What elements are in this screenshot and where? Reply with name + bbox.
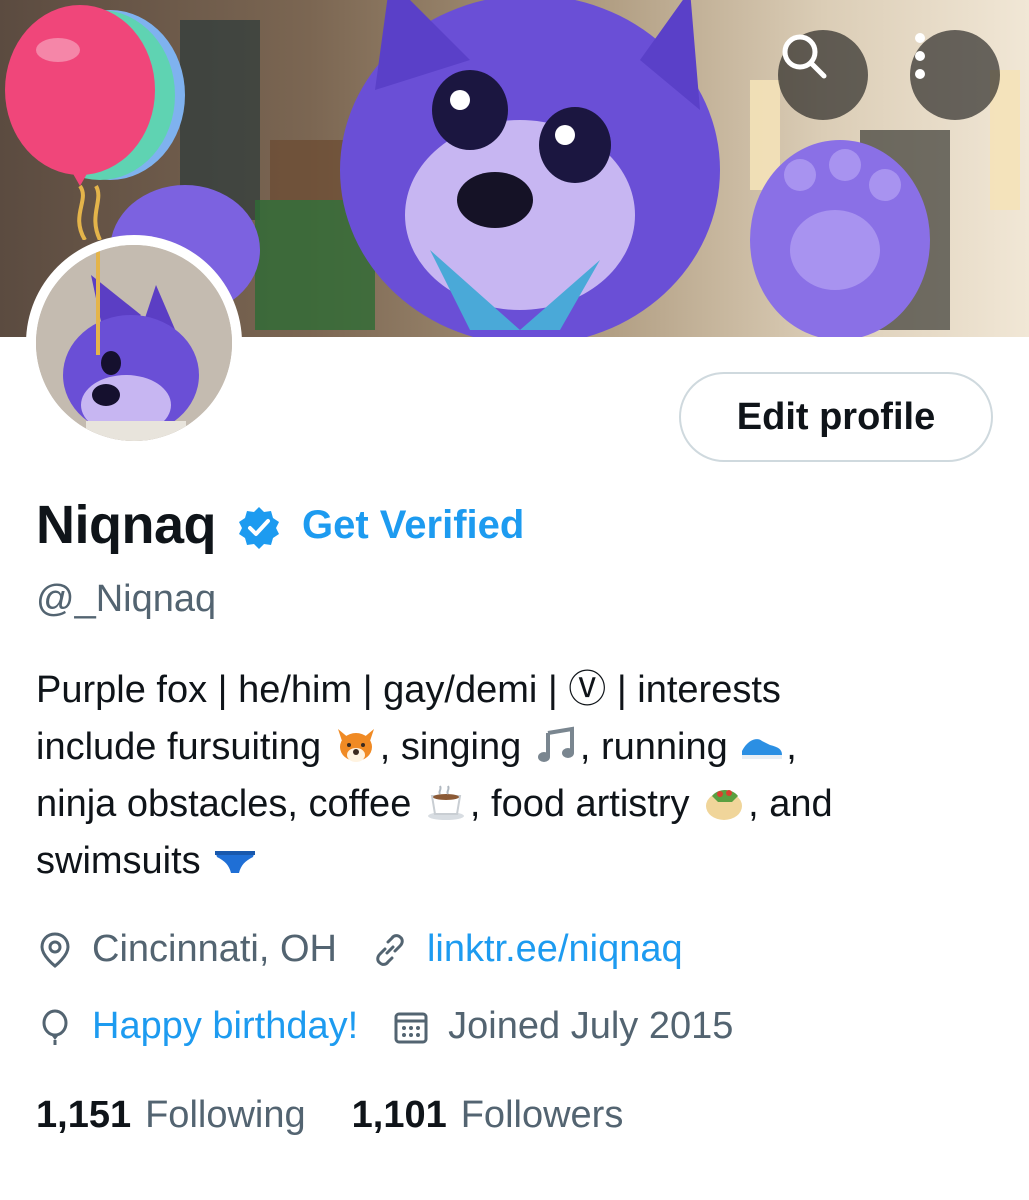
birthday-link[interactable]: Happy birthday!	[92, 1005, 358, 1048]
fox-emoji-icon	[337, 729, 374, 762]
more-options-button[interactable]	[910, 30, 1000, 120]
profile-bio: Purple fox | he/him | gay/demi | Ⓥ | int…	[36, 662, 996, 890]
search-icon	[782, 34, 827, 79]
music-note-emoji-icon	[537, 726, 574, 762]
joined-text: Joined July 2015	[448, 1005, 734, 1047]
running-shoe-emoji-icon	[742, 739, 783, 759]
edit-profile-button[interactable]: Edit profile	[679, 372, 993, 462]
coffee-emoji-icon	[427, 785, 464, 820]
name-row: Niqnaq Get Verified	[36, 490, 524, 560]
search-button[interactable]	[778, 30, 868, 120]
burrito-emoji-icon	[706, 790, 743, 820]
bio-text: Purple fox | he/him | gay/demi | Ⓥ | int…	[36, 669, 781, 711]
avatar[interactable]	[26, 235, 242, 451]
bio-text: ,	[786, 726, 797, 768]
bio-line: include fursuiting , singing , running ,	[36, 719, 996, 776]
bio-line: ninja obstacles, coffee , food artistry …	[36, 776, 996, 833]
bio-text: , food artistry	[469, 783, 701, 825]
avatar-image	[36, 245, 232, 441]
following-count: 1,151	[36, 1094, 132, 1136]
following-stat[interactable]: 1,151 Following	[36, 1094, 306, 1137]
bio-text: , and	[748, 783, 833, 825]
bio-text: , running	[579, 726, 739, 768]
joined-item: Joined July 2015	[392, 1005, 733, 1048]
location-text: Cincinnati, OH	[92, 928, 337, 970]
bio-line: swimsuits	[36, 833, 996, 890]
following-label: Following	[145, 1094, 306, 1136]
profile-meta-row: Cincinnati, OH linktr.ee/niqnaq	[36, 928, 683, 971]
website-link[interactable]: linktr.ee/niqnaq	[427, 928, 683, 971]
birthday-balloon-icon	[5, 5, 185, 240]
followers-stat[interactable]: 1,101 Followers	[352, 1094, 624, 1137]
location-item: Cincinnati, OH	[36, 928, 337, 971]
bio-text: swimsuits	[36, 840, 212, 882]
bio-text: , singing	[379, 726, 532, 768]
calendar-icon	[392, 1008, 430, 1046]
bio-text: ninja obstacles, coffee	[36, 783, 422, 825]
swimsuit-emoji-icon	[215, 851, 256, 873]
user-handle: @_Niqnaq	[36, 578, 217, 620]
balloon-icon	[36, 1008, 74, 1046]
link-icon	[371, 931, 409, 969]
get-verified-link[interactable]: Get Verified	[302, 503, 524, 548]
more-vertical-icon	[915, 33, 925, 79]
birthday-item[interactable]: Happy birthday!	[36, 1005, 358, 1048]
bio-line: Purple fox | he/him | gay/demi | Ⓥ | int…	[36, 662, 996, 719]
follow-stats: 1,151 Following 1,101 Followers	[36, 1094, 623, 1137]
website-item[interactable]: linktr.ee/niqnaq	[371, 928, 683, 971]
display-name: Niqnaq	[36, 495, 217, 555]
followers-count: 1,101	[351, 1094, 447, 1136]
verified-badge-icon	[236, 505, 282, 551]
followers-label: Followers	[460, 1094, 624, 1136]
profile-meta-row: Happy birthday! Joined July 2015	[36, 1005, 733, 1048]
location-pin-icon	[36, 931, 74, 969]
bio-text: include fursuiting	[36, 726, 332, 768]
